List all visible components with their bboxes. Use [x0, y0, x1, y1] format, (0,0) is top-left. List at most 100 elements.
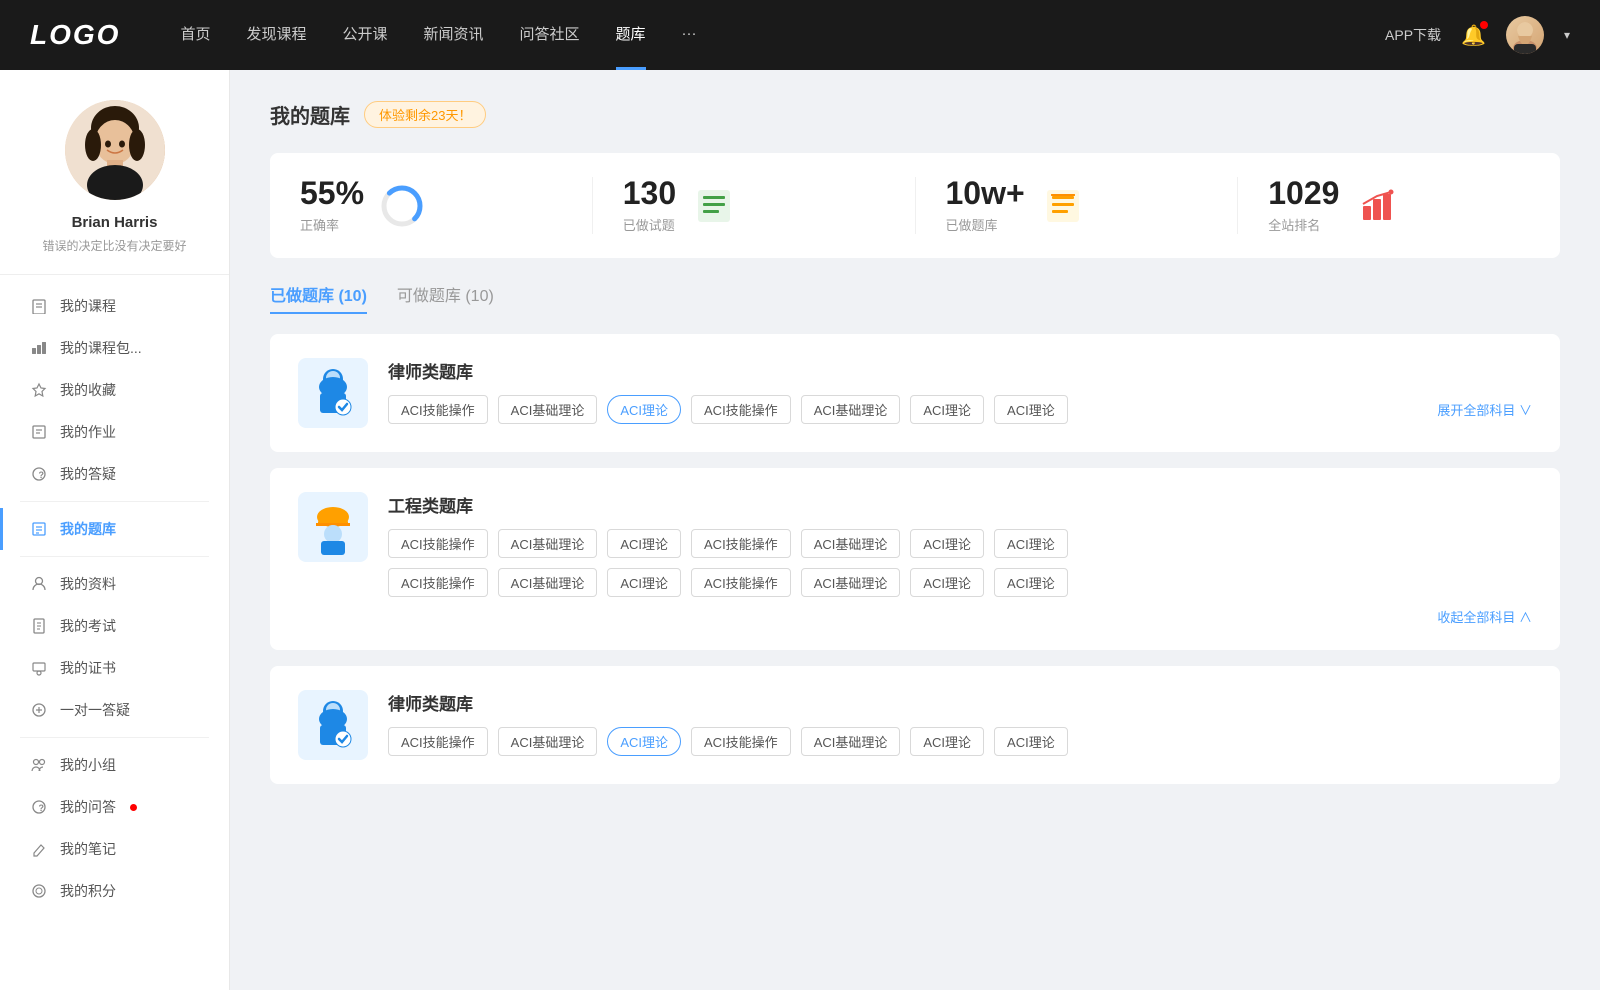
sidebar-item-my-exam[interactable]: 我的考试 — [0, 605, 229, 647]
certificate-icon — [30, 659, 48, 677]
homework-icon — [30, 423, 48, 441]
tag-item[interactable]: ACI技能操作 — [388, 395, 488, 424]
sidebar-label-notes: 我的笔记 — [60, 839, 116, 859]
profile-avatar[interactable] — [65, 100, 165, 200]
my-profile-icon — [30, 575, 48, 593]
tag-item[interactable]: ACI理论 — [994, 568, 1068, 597]
tag-item[interactable]: ACI技能操作 — [388, 568, 488, 597]
sidebar-item-homework[interactable]: 我的作业 — [0, 411, 229, 453]
user-avatar[interactable] — [1506, 16, 1544, 54]
nav-open-courses[interactable]: 公开课 — [342, 23, 387, 48]
stat-done-banks: 10w+ 已做题库 — [946, 177, 1239, 234]
sidebar-label-group: 我的小组 — [60, 755, 116, 775]
tag-item[interactable]: ACI理论 — [910, 727, 984, 756]
tag-item[interactable]: ACI理论 — [910, 529, 984, 558]
tag-item[interactable]: ACI理论 — [994, 529, 1068, 558]
sidebar-item-course-package[interactable]: 我的课程包... — [0, 327, 229, 369]
stat-accuracy-text: 55% 正确率 — [300, 177, 364, 234]
tag-item[interactable]: ACI理论 — [994, 727, 1068, 756]
nav-qa[interactable]: 问答社区 — [520, 23, 580, 48]
sidebar-item-qa[interactable]: ? 我的答疑 — [0, 453, 229, 495]
collapse-link-engineer[interactable]: 收起全部科目 ∧ — [388, 607, 1532, 626]
sidebar-item-points[interactable]: 我的积分 — [0, 870, 229, 912]
tag-item[interactable]: ACI基础理论 — [801, 529, 901, 558]
expand-link-lawyer-1[interactable]: 展开全部科目 ∨ — [1437, 400, 1532, 419]
sidebar-item-my-questions[interactable]: ? 我的问答 — [0, 786, 229, 828]
nav-news[interactable]: 新闻资讯 — [424, 23, 484, 48]
stat-ranking-icon — [1355, 184, 1399, 228]
tag-item[interactable]: ACI基础理论 — [498, 395, 598, 424]
my-exam-icon — [30, 617, 48, 635]
tab-available-banks[interactable]: 可做题库 (10) — [397, 282, 494, 314]
tag-item[interactable]: ACI理论 — [910, 568, 984, 597]
stat-done-questions: 130 已做试题 — [623, 177, 916, 234]
nav-question-bank[interactable]: 题库 — [616, 23, 646, 48]
nav-home[interactable]: 首页 — [180, 23, 210, 48]
user-menu-arrow-icon[interactable]: ▾ — [1564, 28, 1570, 42]
sidebar-item-tutoring[interactable]: 一对一答疑 — [0, 689, 229, 731]
tag-item[interactable]: ACI技能操作 — [691, 529, 791, 558]
notes-icon — [30, 840, 48, 858]
sidebar-item-question-bank[interactable]: 我的题库 — [0, 508, 229, 550]
tag-item[interactable]: ACI基础理论 — [801, 568, 901, 597]
sidebar-item-favorites[interactable]: 我的收藏 — [0, 369, 229, 411]
sidebar-label-qa: 我的答疑 — [60, 464, 116, 484]
favorites-icon — [30, 381, 48, 399]
stat-accuracy-icon — [380, 184, 424, 228]
tag-item[interactable]: ACI基础理论 — [498, 568, 598, 597]
group-icon — [30, 756, 48, 774]
tag-item[interactable]: ACI理论 — [607, 568, 681, 597]
nav-courses[interactable]: 发现课程 — [246, 23, 306, 48]
sidebar-item-notes[interactable]: 我的笔记 — [0, 828, 229, 870]
sidebar-label-points: 我的积分 — [60, 881, 116, 901]
bank-card-engineer-title: 工程类题库 — [388, 492, 1532, 517]
stat-done-banks-text: 10w+ 已做题库 — [946, 177, 1025, 234]
tag-item[interactable]: ACI基础理论 — [498, 727, 598, 756]
tab-done-banks[interactable]: 已做题库 (10) — [270, 282, 367, 314]
app-download-button[interactable]: APP下载 — [1385, 25, 1441, 45]
tag-item[interactable]: ACI技能操作 — [691, 568, 791, 597]
tag-item[interactable]: ACI技能操作 — [691, 727, 791, 756]
tag-item[interactable]: ACI理论 — [607, 529, 681, 558]
trial-badge: 体验剩余23天！ — [364, 101, 486, 128]
divider-3 — [20, 737, 209, 738]
svg-text:?: ? — [39, 803, 45, 813]
tag-item[interactable]: ACI技能操作 — [691, 395, 791, 424]
bank-card-engineer-tags-row2: ACI技能操作 ACI基础理论 ACI理论 ACI技能操作 ACI基础理论 AC… — [388, 568, 1532, 597]
question-bank-icon — [30, 520, 48, 538]
stat-done-banks-value: 10w+ — [946, 177, 1025, 209]
bank-card-lawyer-1-body: 律师类题库 ACI技能操作 ACI基础理论 ACI理论 ACI技能操作 ACI基… — [388, 358, 1532, 424]
tag-item[interactable]: ACI基础理论 — [498, 529, 598, 558]
tag-item-active[interactable]: ACI理论 — [607, 727, 681, 756]
tag-item-active[interactable]: ACI理论 — [607, 395, 681, 424]
tag-item[interactable]: ACI理论 — [994, 395, 1068, 424]
tabs-row: 已做题库 (10) 可做题库 (10) — [270, 282, 1560, 314]
nav-more[interactable]: ··· — [682, 25, 697, 46]
profile-motto: 错误的决定比没有决定要好 — [42, 237, 186, 254]
bank-card-engineer-tags-row1: ACI技能操作 ACI基础理论 ACI理论 ACI技能操作 ACI基础理论 AC… — [388, 529, 1532, 558]
sidebar-item-certificate[interactable]: 我的证书 — [0, 647, 229, 689]
notification-bell-icon[interactable]: 🔔 — [1461, 23, 1486, 48]
tag-item[interactable]: ACI技能操作 — [388, 727, 488, 756]
profile-name: Brian Harris — [72, 214, 158, 231]
qa-icon: ? — [30, 465, 48, 483]
stat-ranking-label: 全站排名 — [1268, 215, 1339, 234]
sidebar-item-my-courses[interactable]: 我的课程 — [0, 285, 229, 327]
nav-right: APP下载 🔔 ▾ — [1385, 16, 1570, 54]
my-courses-icon — [30, 297, 48, 315]
tag-item[interactable]: ACI基础理论 — [801, 727, 901, 756]
nav-menu: 首页 发现课程 公开课 新闻资讯 问答社区 题库 ··· — [180, 23, 1385, 48]
stat-done-questions-icon — [692, 184, 736, 228]
page-header: 我的题库 体验剩余23天！ — [270, 100, 1560, 129]
tag-item[interactable]: ACI技能操作 — [388, 529, 488, 558]
sidebar-item-my-profile[interactable]: 我的资料 — [0, 563, 229, 605]
bank-card-lawyer-1-tags: ACI技能操作 ACI基础理论 ACI理论 ACI技能操作 ACI基础理论 AC… — [388, 395, 1532, 424]
bank-card-lawyer-1: 律师类题库 ACI技能操作 ACI基础理论 ACI理论 ACI技能操作 ACI基… — [270, 334, 1560, 452]
tag-item[interactable]: ACI基础理论 — [801, 395, 901, 424]
sidebar-label-my-profile: 我的资料 — [60, 574, 116, 594]
notification-dot — [1480, 21, 1488, 29]
lawyer-icon — [298, 358, 368, 428]
sidebar-item-group[interactable]: 我的小组 — [0, 744, 229, 786]
tag-item[interactable]: ACI理论 — [910, 395, 984, 424]
sidebar: Brian Harris 错误的决定比没有决定要好 我的课程 我的课程包... — [0, 70, 230, 990]
